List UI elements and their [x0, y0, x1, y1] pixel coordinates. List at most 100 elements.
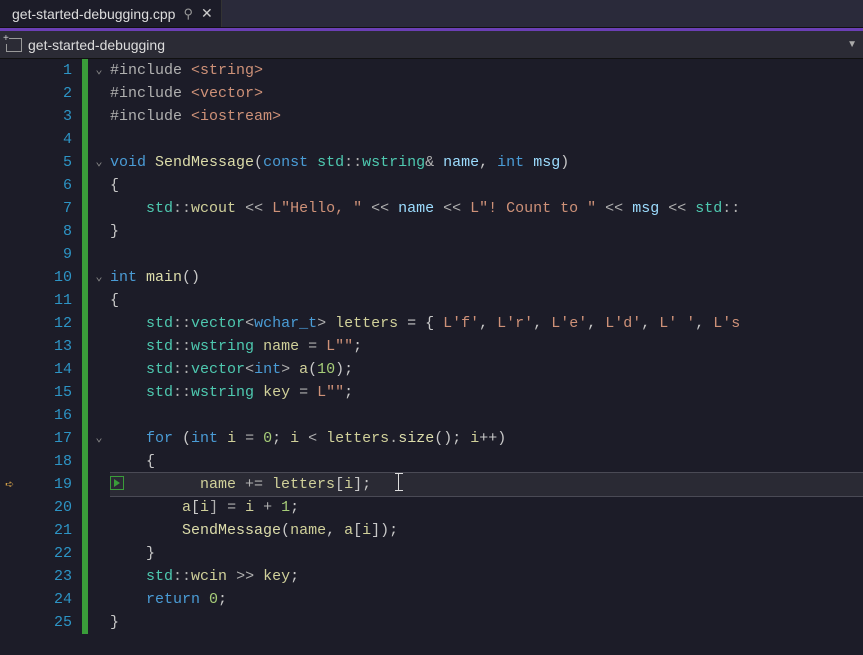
line-number[interactable]: 6 [26, 174, 72, 197]
token: int [191, 430, 227, 447]
fold-column[interactable]: ⌄ ⌄ ⌄ ⌄ [88, 59, 110, 655]
token: , [641, 315, 659, 332]
code-line[interactable]: std::vector<wchar_t> letters = { L'f', L… [110, 312, 863, 335]
code-area[interactable]: #include <string>#include <vector>#inclu… [110, 59, 863, 655]
fold-toggle[interactable]: ⌄ [88, 59, 110, 82]
token: i [200, 499, 209, 516]
navigation-scope-bar[interactable]: get-started-debugging ▼ [0, 31, 863, 59]
fold-toggle[interactable] [88, 611, 110, 634]
line-number[interactable]: 21 [26, 519, 72, 542]
fold-toggle[interactable] [88, 358, 110, 381]
line-number[interactable]: 4 [26, 128, 72, 151]
fold-toggle[interactable] [88, 174, 110, 197]
line-number[interactable]: 22 [26, 542, 72, 565]
fold-toggle[interactable] [88, 243, 110, 266]
fold-toggle[interactable] [88, 128, 110, 151]
fold-toggle[interactable] [88, 519, 110, 542]
code-line[interactable]: #include <iostream> [110, 105, 863, 128]
fold-toggle[interactable]: ⌄ [88, 427, 110, 450]
line-number[interactable]: 19 [26, 473, 72, 496]
token [110, 430, 146, 447]
token: >> [227, 568, 263, 585]
line-number[interactable]: 9 [26, 243, 72, 266]
token: #include [110, 85, 191, 102]
fold-toggle[interactable]: ⌄ [88, 151, 110, 174]
code-line[interactable]: std::vector<int> a(10); [110, 358, 863, 381]
code-line[interactable]: } [110, 542, 863, 565]
code-line[interactable] [110, 243, 863, 266]
token: ; [272, 430, 290, 447]
token: ( [308, 361, 317, 378]
code-line[interactable]: return 0; [110, 588, 863, 611]
code-line[interactable]: std::wstring name = L""; [110, 335, 863, 358]
code-line[interactable]: #include <vector> [110, 82, 863, 105]
fold-toggle[interactable] [88, 335, 110, 358]
line-number[interactable]: 12 [26, 312, 72, 335]
token [110, 338, 146, 355]
line-number[interactable]: 15 [26, 381, 72, 404]
line-number[interactable]: 3 [26, 105, 72, 128]
line-number[interactable]: 20 [26, 496, 72, 519]
line-number[interactable]: 18 [26, 450, 72, 473]
token: :: [173, 338, 191, 355]
code-line[interactable]: { [110, 289, 863, 312]
token: ] = [209, 499, 245, 516]
line-number[interactable]: 8 [26, 220, 72, 243]
fold-toggle[interactable] [88, 197, 110, 220]
fold-toggle[interactable] [88, 105, 110, 128]
code-line[interactable]: std::wstring key = L""; [110, 381, 863, 404]
file-tab[interactable]: get-started-debugging.cpp ⚲ ✕ [0, 0, 222, 27]
fold-toggle[interactable]: ⌄ [88, 266, 110, 289]
code-line[interactable]: #include <string> [110, 59, 863, 82]
fold-toggle[interactable] [88, 565, 110, 588]
code-line[interactable]: void SendMessage(const std::wstring& nam… [110, 151, 863, 174]
token: <string> [191, 62, 263, 79]
fold-toggle[interactable] [88, 381, 110, 404]
line-number[interactable]: 10 [26, 266, 72, 289]
line-number[interactable]: 2 [26, 82, 72, 105]
fold-toggle[interactable] [88, 312, 110, 335]
line-number[interactable]: 16 [26, 404, 72, 427]
code-line[interactable]: std::wcin >> key; [110, 565, 863, 588]
fold-toggle[interactable] [88, 473, 110, 496]
code-line[interactable]: } [110, 611, 863, 634]
line-number[interactable]: 13 [26, 335, 72, 358]
pin-icon[interactable]: ⚲ [183, 6, 193, 22]
code-line[interactable]: } [110, 220, 863, 243]
code-line[interactable]: { [110, 174, 863, 197]
code-line[interactable]: a[i] = i + 1; [110, 496, 863, 519]
line-number[interactable]: 14 [26, 358, 72, 381]
fold-toggle[interactable] [88, 588, 110, 611]
code-line[interactable]: for (int i = 0; i < letters.size(); i++) [110, 427, 863, 450]
chevron-down-icon[interactable]: ▼ [847, 39, 857, 50]
fold-toggle[interactable] [88, 82, 110, 105]
line-number[interactable]: 17 [26, 427, 72, 450]
line-number[interactable]: 7 [26, 197, 72, 220]
code-line[interactable] [110, 404, 863, 427]
line-number-gutter[interactable]: 1234567891011121314151617181920212223242… [26, 59, 82, 655]
line-number[interactable]: 5 [26, 151, 72, 174]
fold-toggle[interactable] [88, 220, 110, 243]
fold-toggle[interactable] [88, 450, 110, 473]
fold-toggle[interactable] [88, 289, 110, 312]
code-line[interactable]: { [110, 450, 863, 473]
code-line[interactable]: std::wcout << L"Hello, " << name << L"! … [110, 197, 863, 220]
code-line[interactable] [110, 128, 863, 151]
execution-pointer-icon[interactable]: ➪ [5, 475, 14, 494]
code-line[interactable]: SendMessage(name, a[i]); [110, 519, 863, 542]
run-to-click-icon[interactable] [110, 476, 124, 490]
code-line[interactable]: name += letters[i]; [110, 473, 863, 496]
line-number[interactable]: 1 [26, 59, 72, 82]
close-icon[interactable]: ✕ [201, 5, 213, 22]
fold-toggle[interactable] [88, 404, 110, 427]
fold-toggle[interactable] [88, 496, 110, 519]
line-number[interactable]: 24 [26, 588, 72, 611]
code-editor[interactable]: ➪ 12345678910111213141516171819202122232… [0, 59, 863, 655]
line-number[interactable]: 23 [26, 565, 72, 588]
code-line[interactable]: int main() [110, 266, 863, 289]
line-number[interactable]: 25 [26, 611, 72, 634]
line-number[interactable]: 11 [26, 289, 72, 312]
fold-toggle[interactable] [88, 542, 110, 565]
token: vector [191, 361, 245, 378]
glyph-margin[interactable]: ➪ [0, 59, 26, 655]
